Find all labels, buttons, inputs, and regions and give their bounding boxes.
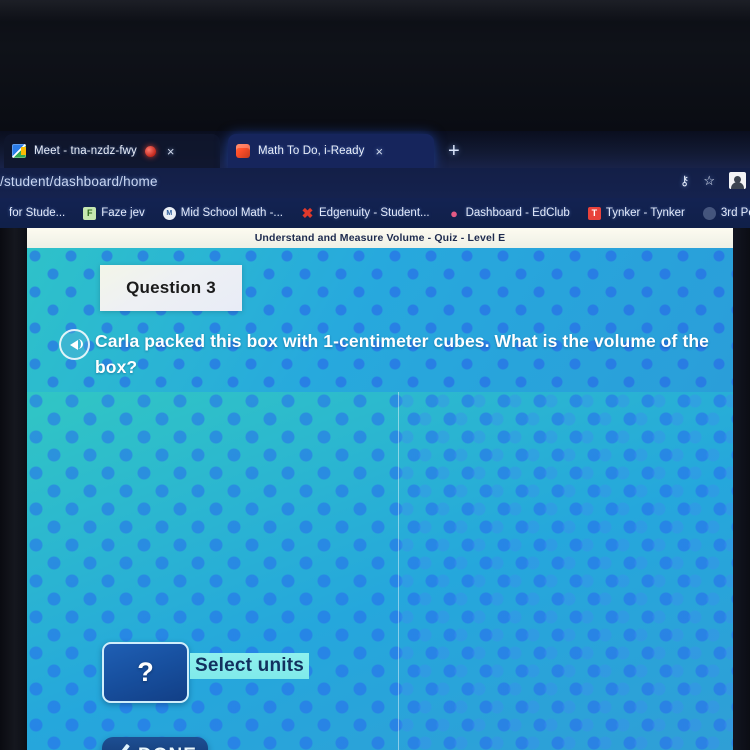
bookmark-label: for Stude... xyxy=(9,207,66,219)
cube-favicon xyxy=(236,144,250,158)
profile-avatar[interactable] xyxy=(729,172,746,189)
monitor-bezel-left xyxy=(0,228,27,750)
lesson-title: Understand and Measure Volume - Quiz - L… xyxy=(254,232,506,244)
question-number-label: Question 3 xyxy=(126,278,216,297)
bookmark-item[interactable]: M Mid School Math -... xyxy=(154,206,292,220)
bookmark-item[interactable]: F Faze jev xyxy=(74,206,153,220)
bookmark-label: Mid School Math -... xyxy=(180,207,283,219)
browser-tab-strip: Meet - tna-nzdz-fwy × Math To Do, i-Read… xyxy=(0,131,750,168)
omnibox-row: /student/dashboard/home ⚷ ☆ xyxy=(0,168,750,198)
address-bar-url[interactable]: /student/dashboard/home xyxy=(0,174,158,189)
bookmark-item[interactable]: 3rd Period | xyxy=(694,206,750,220)
tab-close-icon[interactable]: × xyxy=(164,143,178,160)
lesson-header-bar: Understand and Measure Volume - Quiz - L… xyxy=(27,228,733,248)
bookmark-label: Tynker - Tynker xyxy=(605,207,685,219)
bookmark-item[interactable]: T Tynker - Tynker xyxy=(579,206,694,220)
browser-tab-title: Meet - tna-nzdz-fwy xyxy=(34,145,137,157)
globe-icon: M xyxy=(162,206,176,220)
recording-indicator-icon xyxy=(144,145,156,157)
question-text: Carla packed this box with 1-centimeter … xyxy=(95,331,709,378)
work-area: ? Select units DONE xyxy=(27,392,733,750)
tynker-icon: T xyxy=(587,206,601,220)
bookmark-item[interactable]: for Stude... xyxy=(0,207,74,219)
faze-icon: F xyxy=(83,206,97,220)
done-button-label: DONE xyxy=(138,745,197,750)
photographed-screen: Meet - tna-nzdz-fwy × Math To Do, i-Read… xyxy=(0,0,750,750)
browser-tab-meet[interactable]: Meet - tna-nzdz-fwy × xyxy=(4,134,220,168)
bookmark-label: Edgenuity - Student... xyxy=(319,207,430,219)
diagram-panel xyxy=(398,392,733,750)
monitor-bezel-top xyxy=(0,0,750,131)
select-units-dropdown[interactable]: Select units xyxy=(190,653,310,679)
browser-tab-iready[interactable]: Math To Do, i-Ready × xyxy=(228,134,434,168)
tab-close-icon[interactable]: × xyxy=(373,143,387,160)
question-region: Question 3 Carla packed this box with 1-… xyxy=(27,248,733,392)
iready-quiz-page: Understand and Measure Volume - Quiz - L… xyxy=(27,228,733,750)
new-tab-button[interactable]: + xyxy=(448,141,460,161)
meet-favicon xyxy=(12,144,26,158)
browser-tab-title: Math To Do, i-Ready xyxy=(258,145,365,157)
bookmark-star-icon[interactable]: ☆ xyxy=(703,174,715,187)
omnibox-icon-group: ⚷ ☆ xyxy=(680,172,746,189)
answer-value-input[interactable]: ? xyxy=(102,642,189,703)
bookmark-item[interactable]: ✖ Edgenuity - Student... xyxy=(292,204,439,221)
edgenuity-icon: ✖ xyxy=(301,204,314,221)
answer-placeholder: ? xyxy=(137,657,154,687)
checkmark-icon xyxy=(111,746,131,750)
done-button[interactable]: DONE xyxy=(102,737,208,750)
password-key-icon[interactable]: ⚷ xyxy=(680,174,690,187)
audio-speaker-icon[interactable] xyxy=(59,329,90,360)
bookmark-item[interactable]: ● Dashboard - EdClub xyxy=(439,205,579,221)
bookmarks-bar: for Stude... F Faze jev M Mid School Mat… xyxy=(0,198,750,228)
monitor-bezel-right xyxy=(733,228,750,750)
bookmark-label: 3rd Period | xyxy=(720,207,750,219)
question-number-badge: Question 3 xyxy=(100,265,242,311)
edclub-owl-icon: ● xyxy=(450,205,459,221)
bookmark-label: Dashboard - EdClub xyxy=(465,207,570,219)
generic-site-icon xyxy=(702,206,716,220)
bookmark-label: Faze jev xyxy=(101,207,145,219)
